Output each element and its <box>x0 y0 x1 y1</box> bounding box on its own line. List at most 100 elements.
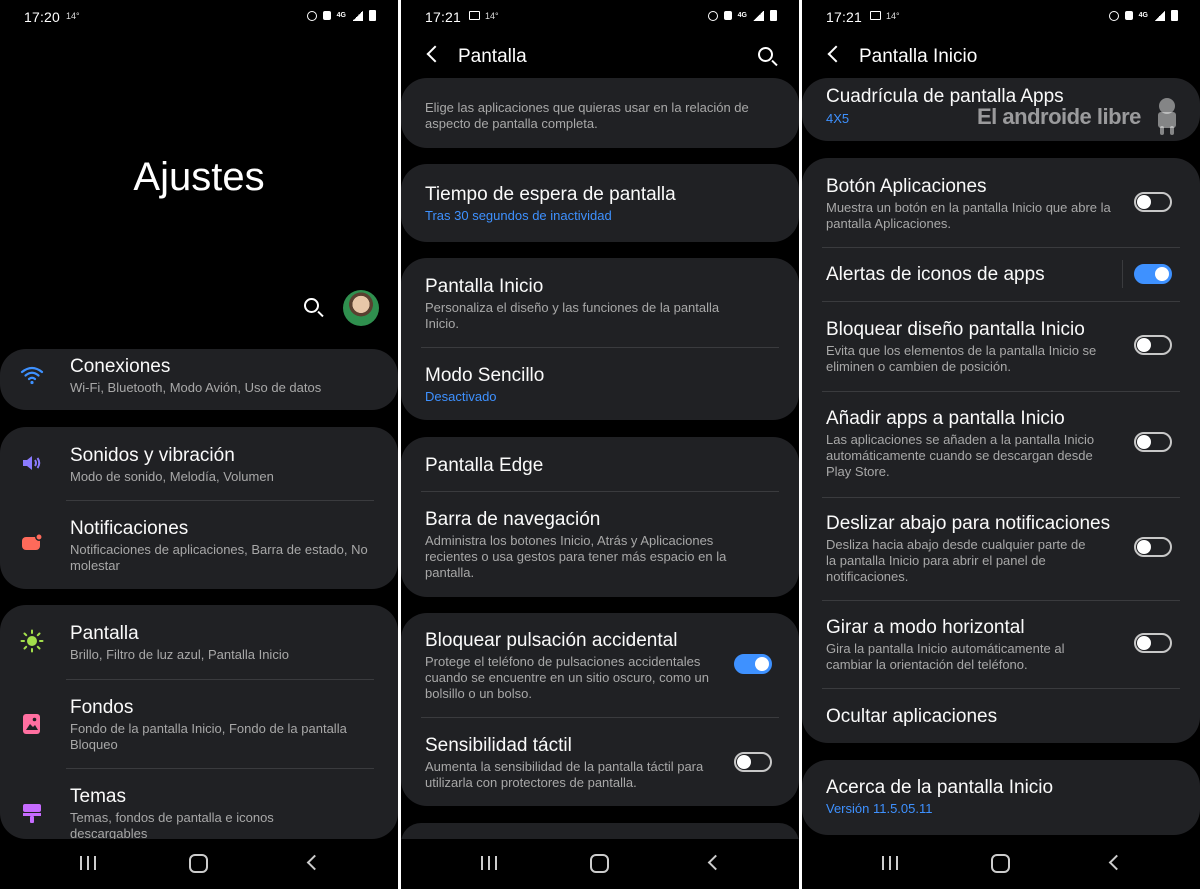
toggle-swipe-notifications[interactable] <box>1134 537 1172 557</box>
settings-item-label: Pantalla Edge <box>425 455 544 476</box>
network-4g-icon: 4G <box>737 11 747 19</box>
settings-item-summary: Tras 30 segundos de inactividad <box>425 208 612 223</box>
settings-item-rotate[interactable]: Girar a modo horizontal Gira la pantalla… <box>802 601 1200 688</box>
settings-item-summary: Desliza hacia abajo desde cualquier part… <box>826 537 1086 584</box>
settings-item-label: Alertas de iconos de apps <box>826 264 1045 285</box>
settings-item-label: Fondos <box>70 697 134 718</box>
lock-icon <box>1124 11 1133 20</box>
lock-icon <box>322 11 331 20</box>
home-button[interactable] <box>991 854 1010 873</box>
settings-item-accidental-touch[interactable]: Bloquear pulsación accidental Protege el… <box>401 613 799 716</box>
network-4g-icon: 4G <box>1138 11 1148 19</box>
settings-item-easy-mode[interactable]: Modo Sencillo Desactivado <box>401 348 799 420</box>
status-time: 17:21 <box>826 9 863 25</box>
back-arrow-icon[interactable] <box>827 45 845 63</box>
recent-apps-button[interactable] <box>882 856 898 870</box>
alarm-icon <box>306 10 317 21</box>
settings-item-lock-layout[interactable]: Bloquear diseño pantalla Inicio Evita qu… <box>802 302 1200 391</box>
settings-item-home-screen[interactable]: Pantalla Inicio Personaliza el diseño y … <box>401 258 799 346</box>
recent-apps-button[interactable] <box>481 856 497 870</box>
image-notification-icon <box>870 11 881 20</box>
settings-card-grid: Cuadrícula de pantalla Apps 4X5 El andro… <box>802 78 1200 141</box>
settings-item-label: Añadir apps a pantalla Inicio <box>826 408 1065 429</box>
toggle-add-apps[interactable] <box>1134 432 1172 452</box>
settings-item-notifications[interactable]: Notificaciones Notificaciones de aplicac… <box>0 501 398 589</box>
status-icons: 4G <box>1108 10 1178 21</box>
settings-item-label: Acerca de la pantalla Inicio <box>826 777 1054 798</box>
settings-item-label: Bloquear pulsación accidental <box>425 630 678 651</box>
settings-item-summary: Aumenta la sensibilidad de la pantalla t… <box>425 759 704 790</box>
toggle-icon-badges[interactable] <box>1134 264 1172 284</box>
status-temp: 14° <box>66 11 80 21</box>
settings-item-summary: Temas, fondos de pantalla e iconos desca… <box>70 810 274 839</box>
settings-item-hide-apps[interactable]: Ocultar aplicaciones <box>802 689 1200 743</box>
status-bar: 17:21 14° 4G <box>802 0 1200 34</box>
search-icon[interactable] <box>758 47 773 62</box>
settings-card-timeout: Tiempo de espera de pantalla Tras 30 seg… <box>401 164 799 242</box>
home-button[interactable] <box>590 854 609 873</box>
settings-item-navigation-bar[interactable]: Barra de navegación Administra los boton… <box>401 492 799 597</box>
display-settings-screen: 17:21 14° 4G Pantalla Elige las aplicaci… <box>401 0 799 889</box>
settings-item-summary: Versión 11.5.05.11 <box>826 801 933 816</box>
back-button[interactable] <box>1108 854 1125 871</box>
settings-item-about-home[interactable]: Acerca de la pantalla Inicio Versión 11.… <box>802 760 1200 835</box>
settings-card-home: Pantalla Inicio Personaliza el diseño y … <box>401 258 799 420</box>
search-icon[interactable] <box>304 298 319 313</box>
settings-item-sound[interactable]: Sonidos y vibración Modo de sonido, Melo… <box>0 427 398 499</box>
home-screen-settings-screen: 17:21 14° 4G Pantalla Inicio Cuadrícula … <box>802 0 1200 889</box>
toggle-lock-layout[interactable] <box>1134 335 1172 355</box>
settings-card-connections: Conexiones Wi-Fi, Bluetooth, Modo Avión,… <box>0 349 398 410</box>
settings-item-summary: Wi-Fi, Bluetooth, Modo Avión, Uso de dat… <box>70 380 322 395</box>
settings-card-edge: Pantalla Edge Barra de navegación Admini… <box>401 437 799 597</box>
settings-item-touch-sensitivity[interactable]: Sensibilidad táctil Aumenta la sensibili… <box>401 718 799 806</box>
toggle-accidental-touch[interactable] <box>734 654 772 674</box>
settings-item-summary: Fondo de la pantalla Inicio, Fondo de la… <box>70 721 347 752</box>
back-button[interactable] <box>707 854 724 871</box>
settings-item-apps-button[interactable]: Botón Aplicaciones Muestra un botón en l… <box>802 158 1200 247</box>
settings-item-label: Conexiones <box>70 356 171 377</box>
settings-item-summary: 4X5 <box>826 111 850 126</box>
page-title: Pantalla <box>458 46 527 67</box>
status-bar: 17:20 14° 4G <box>0 0 398 34</box>
home-button[interactable] <box>189 854 208 873</box>
settings-item-add-apps[interactable]: Añadir apps a pantalla Inicio Las aplica… <box>802 392 1200 498</box>
settings-item-summary: Modo de sonido, Melodía, Volumen <box>70 469 274 484</box>
settings-item-label: Bloquear diseño pantalla Inicio <box>826 319 1085 340</box>
recent-apps-button[interactable] <box>80 856 96 870</box>
settings-item-label: Barra de navegación <box>425 509 601 530</box>
avatar[interactable] <box>343 290 379 326</box>
settings-item-summary: Gira la pantalla Inicio automáticamente … <box>826 641 1065 672</box>
navigation-bar <box>401 839 799 889</box>
settings-item-summary: Personaliza el diseño y las funciones de… <box>425 300 720 331</box>
back-button[interactable] <box>306 854 323 871</box>
settings-item-summary: Protege el teléfono de pulsaciones accid… <box>425 654 710 701</box>
settings-card-display: Pantalla Brillo, Filtro de luz azul, Pan… <box>0 605 398 839</box>
settings-item-label: Modo Sencillo <box>425 365 545 386</box>
signal-icon <box>1154 10 1165 21</box>
settings-item-summary: Brillo, Filtro de luz azul, Pantalla Ini… <box>70 647 289 662</box>
network-4g-icon: 4G <box>336 11 346 19</box>
settings-item-themes[interactable]: Temas Temas, fondos de pantalla e iconos… <box>0 769 398 839</box>
wallpaper-icon <box>23 714 40 734</box>
status-icons: 4G <box>707 10 777 21</box>
settings-item-label: Pantalla <box>70 623 139 644</box>
settings-item-fullscreen-apps[interactable]: Elige las aplicaciones que quieras usar … <box>401 78 799 148</box>
settings-item-icon-badges[interactable]: Alertas de iconos de apps <box>802 248 1200 301</box>
settings-item-swipe-notifications[interactable]: Deslizar abajo para notificaciones Desli… <box>802 498 1200 601</box>
settings-item-connections[interactable]: Conexiones Wi-Fi, Bluetooth, Modo Avión,… <box>0 349 398 410</box>
toggle-rotate[interactable] <box>1134 633 1172 653</box>
settings-item-label: Pantalla Inicio <box>425 276 544 297</box>
toggle-apps-button[interactable] <box>1134 192 1172 212</box>
battery-icon <box>1171 10 1178 21</box>
settings-item-wallpaper[interactable]: Fondos Fondo de la pantalla Inicio, Fond… <box>0 680 398 768</box>
settings-item-edge-screen[interactable]: Pantalla Edge <box>401 437 799 492</box>
toggle-touch-sensitivity[interactable] <box>734 752 772 772</box>
settings-item-screen-timeout[interactable]: Tiempo de espera de pantalla Tras 30 seg… <box>401 164 799 242</box>
settings-item-display[interactable]: Pantalla Brillo, Filtro de luz azul, Pan… <box>0 605 398 679</box>
back-arrow-icon[interactable] <box>426 45 444 63</box>
android-logo-icon <box>1158 98 1176 135</box>
status-temp: 14° <box>886 11 900 21</box>
alarm-icon <box>1108 10 1119 21</box>
settings-item-label: Sensibilidad táctil <box>425 735 572 756</box>
settings-item-summary: Administra los botones Inicio, Atrás y A… <box>425 533 727 580</box>
